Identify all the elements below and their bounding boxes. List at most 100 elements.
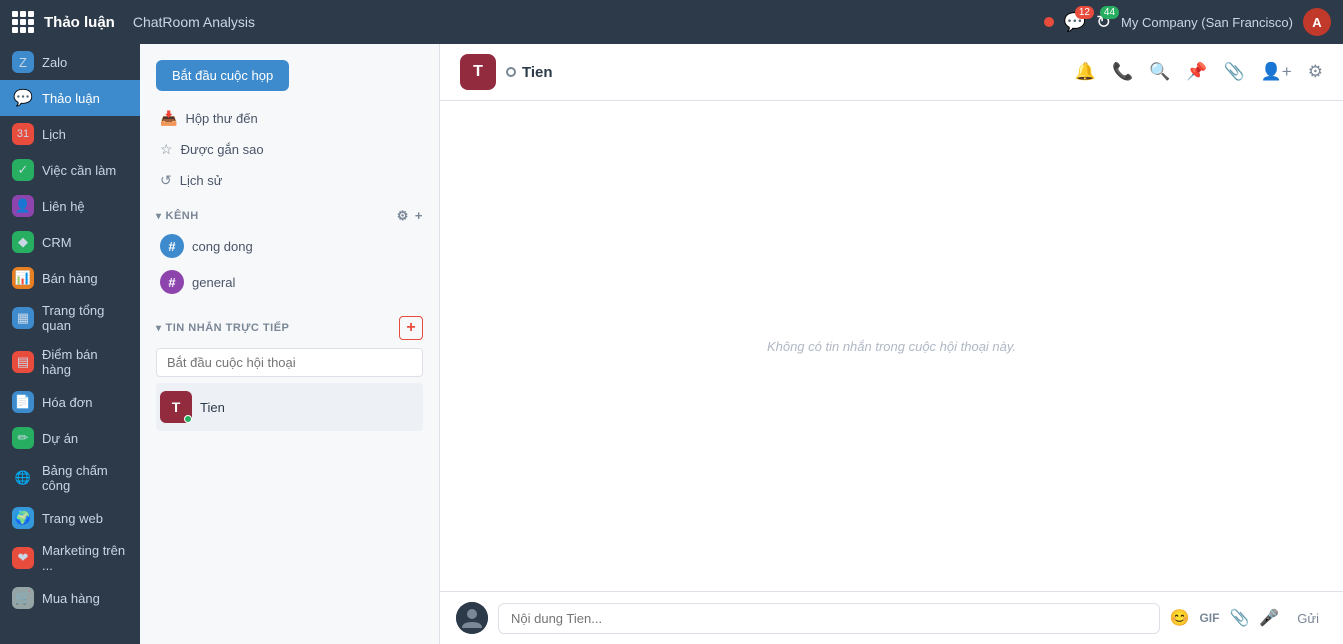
kenh-add-icon[interactable]: + bbox=[415, 208, 423, 224]
gif-icon[interactable]: GIF bbox=[1199, 611, 1219, 625]
emoji-icon[interactable]: 😊 bbox=[1170, 608, 1190, 628]
chat-input-box[interactable] bbox=[498, 603, 1160, 634]
search-icon[interactable]: 🔍 bbox=[1149, 62, 1170, 82]
paperclip-icon[interactable]: 📎 bbox=[1223, 62, 1244, 82]
page-title: ChatRoom Analysis bbox=[133, 14, 255, 30]
star-icon: ☆ bbox=[160, 141, 173, 158]
start-meeting-button[interactable]: Bắt đầu cuộc họp bbox=[156, 60, 289, 91]
dm-status-dot bbox=[184, 415, 192, 423]
chat-area: T Tien 🔔 📞 🔍 📌 📎 👤+ ⚙ Không có tin nhắn … bbox=[440, 44, 1343, 644]
notifications-button[interactable]: 💬 12 bbox=[1064, 12, 1086, 33]
sidebar-item-trang-tong-quan[interactable]: ▦ Trang tổng quan bbox=[0, 296, 140, 340]
bell-icon[interactable]: 🔔 bbox=[1075, 62, 1096, 82]
inbox-label: Hộp thư đến bbox=[185, 111, 257, 126]
bang-cham-cong-icon: 🌐 bbox=[12, 467, 34, 489]
sidebar-item-trang-web[interactable]: 🌍 Trang web bbox=[0, 500, 140, 536]
du-an-icon: ✏ bbox=[12, 427, 34, 449]
history-icon: ↺ bbox=[160, 172, 172, 189]
hoa-don-icon: 📄 bbox=[12, 391, 34, 413]
pin-icon[interactable]: 📌 bbox=[1186, 62, 1207, 82]
trang-tong-quan-icon: ▦ bbox=[12, 307, 34, 329]
dm-section: T Tien bbox=[140, 344, 439, 431]
add-user-icon[interactable]: 👤+ bbox=[1261, 62, 1292, 82]
sidebar-item-diem-ban-hang[interactable]: ▤ Điểm bán hàng bbox=[0, 340, 140, 384]
chevron-dm-icon: ▾ bbox=[156, 323, 162, 334]
sidebar-label-mua-hang: Mua hàng bbox=[42, 591, 100, 606]
chat-header-status: Tien bbox=[506, 64, 553, 81]
inbox-icon: 📥 bbox=[160, 110, 177, 127]
sidebar-label-lien-he: Liên hệ bbox=[42, 199, 85, 214]
general-icon: # bbox=[160, 270, 184, 294]
menu-item-history[interactable]: ↺ Lịch sử bbox=[140, 165, 439, 196]
kenh-actions: ⚙ + bbox=[397, 208, 423, 224]
diem-ban-hang-icon: ▤ bbox=[12, 351, 34, 373]
sidebar-item-lich[interactable]: 31 Lịch bbox=[0, 116, 140, 152]
sidebar-item-thao-luan[interactable]: 💬 Thảo luận bbox=[0, 80, 140, 116]
refresh-button[interactable]: ↻ 44 bbox=[1096, 12, 1111, 33]
phone-icon[interactable]: 📞 bbox=[1112, 62, 1133, 82]
status-dot-icon bbox=[1044, 17, 1054, 27]
sidebar-label-trang-web: Trang web bbox=[42, 511, 103, 526]
chat-list-top: Bắt đầu cuộc họp bbox=[140, 44, 439, 99]
cong-dong-label: cong dong bbox=[192, 239, 253, 254]
chat-list-panel: Bắt đầu cuộc họp 📥 Hộp thư đến ☆ Được gắ… bbox=[140, 44, 440, 644]
lien-he-icon: 👤 bbox=[12, 195, 34, 217]
chat-header-avatar: T bbox=[460, 54, 496, 90]
kenh-section-header: ▾ KÊNH ⚙ + bbox=[140, 200, 439, 228]
channel-general[interactable]: # general bbox=[140, 264, 439, 300]
sidebar-label-ban-hang: Bán hàng bbox=[42, 271, 98, 286]
dm-name-tien: Tien bbox=[200, 400, 225, 415]
no-messages-text: Không có tin nhắn trong cuộc hội thoại n… bbox=[767, 339, 1016, 354]
send-button[interactable]: Gửi bbox=[1289, 607, 1327, 630]
settings-icon[interactable]: ⚙ bbox=[1308, 62, 1323, 82]
company-name: My Company (San Francisco) bbox=[1121, 15, 1293, 30]
menu-item-starred[interactable]: ☆ Được gắn sao bbox=[140, 134, 439, 165]
dm-section-header: ▾ TIN NHẮN TRỰC TIẾP + bbox=[140, 308, 439, 344]
viec-icon: ✓ bbox=[12, 159, 34, 181]
dm-avatar-tien: T bbox=[160, 391, 192, 423]
chat-header: T Tien 🔔 📞 🔍 📌 📎 👤+ ⚙ bbox=[440, 44, 1343, 101]
chat-header-name: Tien bbox=[522, 64, 553, 81]
ban-hang-icon: 📊 bbox=[12, 267, 34, 289]
thao-luan-icon: 💬 bbox=[12, 87, 34, 109]
sidebar-item-bang-cham-cong[interactable]: 🌐 Bảng chấm công bbox=[0, 456, 140, 500]
dm-section-label: TIN NHẮN TRỰC TIẾP bbox=[166, 322, 290, 334]
sidebar-label-marketing: Marketing trên ... bbox=[42, 543, 128, 573]
sidebar-item-zalo[interactable]: Z Zalo bbox=[0, 44, 140, 80]
dm-search-input[interactable] bbox=[156, 348, 423, 377]
sidebar-item-lien-he[interactable]: 👤 Liên hệ bbox=[0, 188, 140, 224]
topbar-right: 💬 12 ↻ 44 My Company (San Francisco) A bbox=[1044, 8, 1331, 36]
menu-item-inbox[interactable]: 📥 Hộp thư đến bbox=[140, 103, 439, 134]
dm-add-button[interactable]: + bbox=[399, 316, 423, 340]
sidebar-label-viec: Việc cần làm bbox=[42, 163, 116, 178]
sidebar-item-ban-hang[interactable]: 📊 Bán hàng bbox=[0, 260, 140, 296]
chat-menu: 📥 Hộp thư đến ☆ Được gắn sao ↺ Lịch sử bbox=[140, 99, 439, 200]
general-label: general bbox=[192, 275, 235, 290]
notifications-badge: 12 bbox=[1075, 6, 1094, 19]
dm-item-tien[interactable]: T Tien bbox=[156, 383, 423, 431]
crm-icon: ◆ bbox=[12, 231, 34, 253]
sidebar-item-marketing[interactable]: ❤ Marketing trên ... bbox=[0, 536, 140, 580]
channel-cong-dong[interactable]: # cong dong bbox=[140, 228, 439, 264]
kenh-settings-icon[interactable]: ⚙ bbox=[397, 208, 409, 224]
sidebar-item-mua-hang[interactable]: 🛒 Mua hàng bbox=[0, 580, 140, 616]
grid-menu-icon[interactable] bbox=[12, 11, 34, 33]
attachment-icon[interactable]: 📎 bbox=[1229, 608, 1249, 628]
user-avatar[interactable]: A bbox=[1303, 8, 1331, 36]
sidebar-item-du-an[interactable]: ✏ Dự án bbox=[0, 420, 140, 456]
sidebar-item-hoa-don[interactable]: 📄 Hóa đơn bbox=[0, 384, 140, 420]
sidebar-label-bang-cham-cong: Bảng chấm công bbox=[42, 463, 128, 493]
mua-hang-icon: 🛒 bbox=[12, 587, 34, 609]
main-content: Bắt đầu cuộc họp 📥 Hộp thư đến ☆ Được gắ… bbox=[140, 44, 1343, 644]
zalo-icon: Z bbox=[12, 51, 34, 73]
sidebar-item-crm[interactable]: ◆ CRM bbox=[0, 224, 140, 260]
cong-dong-icon: # bbox=[160, 234, 184, 258]
chat-input-icons: 😊 GIF 📎 🎤 bbox=[1170, 608, 1280, 628]
chevron-kenh-icon: ▾ bbox=[156, 211, 162, 222]
sidebar-item-viec-can-lam[interactable]: ✓ Việc cần làm bbox=[0, 152, 140, 188]
microphone-icon[interactable]: 🎤 bbox=[1259, 608, 1279, 628]
marketing-icon: ❤ bbox=[12, 547, 34, 569]
sidebar-label-crm: CRM bbox=[42, 235, 72, 250]
refresh-badge: 44 bbox=[1100, 6, 1119, 19]
topbar: Thảo luận ChatRoom Analysis 💬 12 ↻ 44 My… bbox=[0, 0, 1343, 44]
